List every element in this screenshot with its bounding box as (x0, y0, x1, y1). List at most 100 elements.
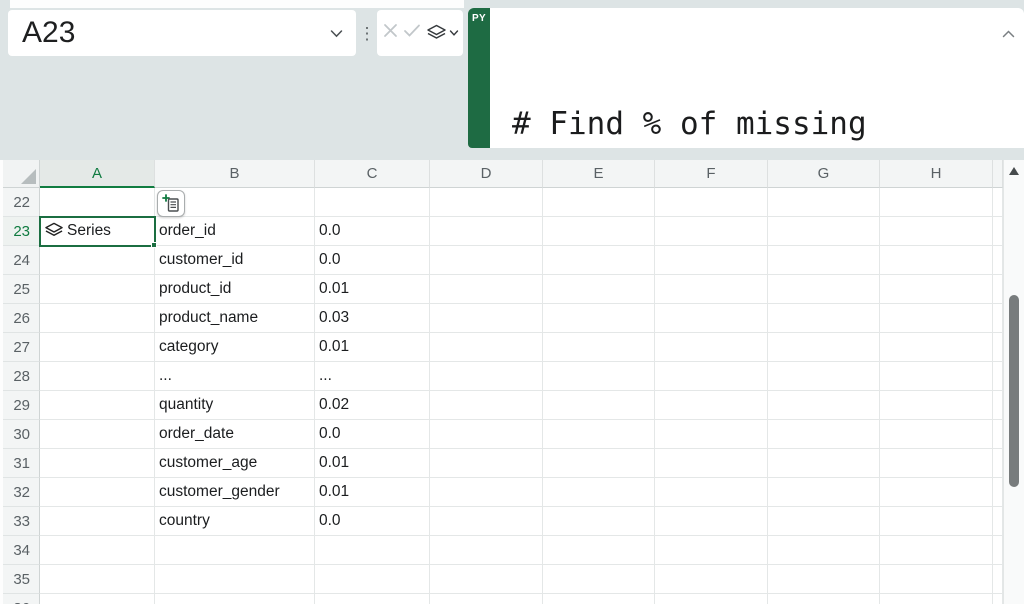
cell-C34[interactable] (315, 536, 430, 565)
cell-H25[interactable] (880, 275, 993, 304)
cell-B27[interactable]: category (155, 333, 315, 362)
cell-G32[interactable] (768, 478, 880, 507)
cell-H24[interactable] (880, 246, 993, 275)
cell-A28[interactable] (40, 362, 155, 391)
cell-C31[interactable]: 0.01 (315, 449, 430, 478)
cell-H31[interactable] (880, 449, 993, 478)
column-header-G[interactable]: G (768, 160, 880, 188)
cell-F27[interactable] (655, 333, 768, 362)
cell-D24[interactable] (430, 246, 543, 275)
cell-G36[interactable] (768, 594, 880, 604)
cell-D34[interactable] (430, 536, 543, 565)
cell-D29[interactable] (430, 391, 543, 420)
cell-H34[interactable] (880, 536, 993, 565)
cell-D32[interactable] (430, 478, 543, 507)
cell-D35[interactable] (430, 565, 543, 594)
scrollbar-thumb[interactable] (1009, 295, 1019, 487)
cell-G22[interactable] (768, 188, 880, 217)
cell-F22[interactable] (655, 188, 768, 217)
cell-F34[interactable] (655, 536, 768, 565)
cell-F32[interactable] (655, 478, 768, 507)
cell-G30[interactable] (768, 420, 880, 449)
cell-F30[interactable] (655, 420, 768, 449)
cell-B26[interactable]: product_name (155, 304, 315, 333)
column-header-H[interactable]: H (880, 160, 993, 188)
row-header-25[interactable]: 25 (0, 275, 40, 304)
row-header-32[interactable]: 32 (0, 478, 40, 507)
cell-E29[interactable] (543, 391, 655, 420)
cell-H30[interactable] (880, 420, 993, 449)
cell-B35[interactable] (155, 565, 315, 594)
cell-G33[interactable] (768, 507, 880, 536)
cell-E34[interactable] (543, 536, 655, 565)
cell-E31[interactable] (543, 449, 655, 478)
row-header-27[interactable]: 27 (0, 333, 40, 362)
cell-G34[interactable] (768, 536, 880, 565)
cell-D28[interactable] (430, 362, 543, 391)
enter-check-icon[interactable] (403, 23, 421, 43)
column-header-F[interactable]: F (655, 160, 768, 188)
cell-B34[interactable] (155, 536, 315, 565)
cell-H33[interactable] (880, 507, 993, 536)
cell-E23[interactable] (543, 217, 655, 246)
column-header-A[interactable]: A (40, 160, 155, 188)
scroll-up-icon[interactable] (1009, 167, 1019, 175)
chevron-down-icon[interactable] (329, 28, 356, 39)
column-header-C[interactable]: C (315, 160, 430, 188)
row-header-22[interactable]: 22 (0, 188, 40, 217)
cell-H32[interactable] (880, 478, 993, 507)
row-header-23[interactable]: 23 (0, 217, 40, 246)
cell-E36[interactable] (543, 594, 655, 604)
cell-G27[interactable] (768, 333, 880, 362)
cell-E27[interactable] (543, 333, 655, 362)
cell-C33[interactable]: 0.0 (315, 507, 430, 536)
cell-H26[interactable] (880, 304, 993, 333)
cell-G26[interactable] (768, 304, 880, 333)
insert-data-card-button[interactable] (157, 190, 185, 217)
cell-A34[interactable] (40, 536, 155, 565)
cell-H27[interactable] (880, 333, 993, 362)
cell-C27[interactable]: 0.01 (315, 333, 430, 362)
cell-F29[interactable] (655, 391, 768, 420)
cell-A27[interactable] (40, 333, 155, 362)
cell-B32[interactable]: customer_gender (155, 478, 315, 507)
row-header-35[interactable]: 35 (0, 565, 40, 594)
cell-B29[interactable]: quantity (155, 391, 315, 420)
row-header-33[interactable]: 33 (0, 507, 40, 536)
cell-B33[interactable]: country (155, 507, 315, 536)
row-header-26[interactable]: 26 (0, 304, 40, 333)
cell-G29[interactable] (768, 391, 880, 420)
cell-H36[interactable] (880, 594, 993, 604)
cell-C32[interactable]: 0.01 (315, 478, 430, 507)
name-box[interactable]: A23 (8, 10, 356, 56)
cell-C24[interactable]: 0.0 (315, 246, 430, 275)
cell-F26[interactable] (655, 304, 768, 333)
cell-A35[interactable] (40, 565, 155, 594)
cell-D33[interactable] (430, 507, 543, 536)
cell-D25[interactable] (430, 275, 543, 304)
cell-E35[interactable] (543, 565, 655, 594)
cell-F33[interactable] (655, 507, 768, 536)
row-header-24[interactable]: 24 (0, 246, 40, 275)
cell-A23[interactable]: Series (40, 217, 155, 246)
cell-E32[interactable] (543, 478, 655, 507)
select-all-button[interactable] (0, 160, 40, 188)
cell-A32[interactable] (40, 478, 155, 507)
cell-C26[interactable]: 0.03 (315, 304, 430, 333)
cell-A30[interactable] (40, 420, 155, 449)
cell-B23[interactable]: order_id (155, 217, 315, 246)
cell-G35[interactable] (768, 565, 880, 594)
cell-E24[interactable] (543, 246, 655, 275)
cell-G24[interactable] (768, 246, 880, 275)
row-header-29[interactable]: 29 (0, 391, 40, 420)
cell-D22[interactable] (430, 188, 543, 217)
row-header-34[interactable]: 34 (0, 536, 40, 565)
cell-E28[interactable] (543, 362, 655, 391)
cell-C28[interactable]: ... (315, 362, 430, 391)
cell-D36[interactable] (430, 594, 543, 604)
cell-D31[interactable] (430, 449, 543, 478)
cell-H22[interactable] (880, 188, 993, 217)
cell-C36[interactable] (315, 594, 430, 604)
cell-D26[interactable] (430, 304, 543, 333)
cell-C23[interactable]: 0.0 (315, 217, 430, 246)
